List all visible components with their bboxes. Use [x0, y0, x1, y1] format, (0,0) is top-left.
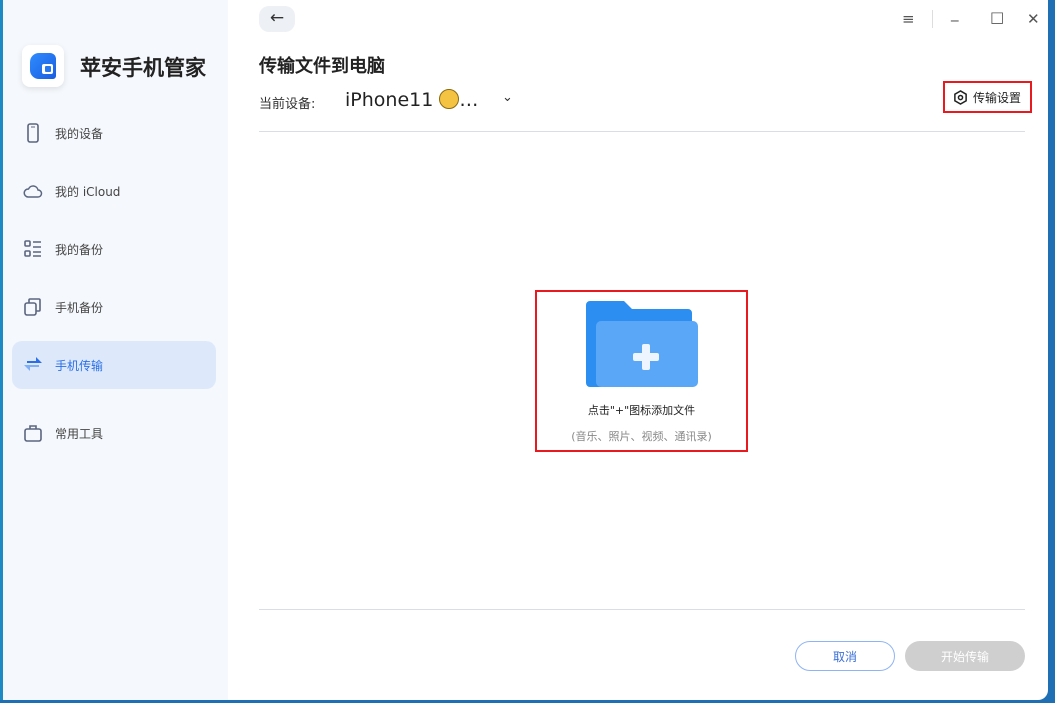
sidebar: 苹安手机管家 我的设备 我的 iCloud 我的备份 手机备份 手机传输 常用工… [3, 0, 228, 700]
maximize-button[interactable]: □ [990, 8, 1004, 26]
transfer-icon [23, 355, 43, 375]
minimize-button[interactable]: _ [951, 4, 959, 22]
device-selector[interactable]: iPhone11 … [345, 89, 478, 111]
sidebar-item-my-device[interactable]: 我的设备 [12, 109, 216, 157]
sidebar-item-icloud[interactable]: 我的 iCloud [12, 167, 216, 215]
transfer-settings-button[interactable]: 传输设置 [943, 81, 1032, 113]
sidebar-item-label: 我的备份 [55, 241, 103, 258]
chevron-down-icon[interactable]: ⌄ [502, 90, 513, 105]
start-transfer-button[interactable]: 开始传输 [905, 641, 1025, 671]
device-name: iPhone11 [345, 89, 433, 111]
sidebar-item-label: 我的 iCloud [55, 183, 120, 200]
page-title: 传输文件到电脑 [259, 52, 385, 78]
add-files-hint: (音乐、照片、视频、通讯录) [537, 428, 746, 444]
sidebar-item-my-backup[interactable]: 我的备份 [12, 225, 216, 273]
sidebar-item-label: 常用工具 [55, 425, 103, 442]
divider [259, 131, 1025, 132]
menu-button[interactable]: ≡ [902, 10, 915, 28]
divider [932, 10, 933, 28]
add-files-title: 点击"+"图标添加文件 [537, 402, 746, 418]
main-panel: ← ≡ _ □ ✕ 传输文件到电脑 当前设备: iPhone11 … ⌄ 传输设置… [256, 0, 1048, 700]
sidebar-item-label: 手机传输 [55, 357, 103, 374]
sidebar-item-tools[interactable]: 常用工具 [12, 409, 216, 457]
phone-icon [23, 123, 43, 143]
copy-icon [23, 297, 43, 317]
cancel-button[interactable]: 取消 [795, 641, 895, 671]
sidebar-item-phone-transfer[interactable]: 手机传输 [12, 341, 216, 389]
close-button[interactable]: ✕ [1027, 10, 1040, 28]
briefcase-icon [23, 423, 43, 443]
sidebar-item-label: 我的设备 [55, 125, 103, 142]
device-label: 当前设备: [259, 93, 315, 112]
divider [259, 609, 1025, 610]
emoji-icon [439, 89, 459, 109]
add-files-area[interactable]: 点击"+"图标添加文件 (音乐、照片、视频、通讯录) [535, 290, 748, 452]
cloud-icon [23, 181, 43, 201]
device-ellipsis: … [459, 89, 478, 111]
sidebar-item-label: 手机备份 [55, 299, 103, 316]
app-window: 苹安手机管家 我的设备 我的 iCloud 我的备份 手机备份 手机传输 常用工… [0, 0, 1048, 700]
settings-label: 传输设置 [973, 89, 1021, 106]
back-button[interactable]: ← [259, 6, 295, 32]
list-icon [23, 239, 43, 259]
settings-icon [953, 90, 968, 105]
app-title: 苹安手机管家 [80, 52, 206, 82]
sidebar-item-phone-backup[interactable]: 手机备份 [12, 283, 216, 331]
app-logo [22, 45, 64, 87]
folder-add-icon [586, 301, 698, 387]
